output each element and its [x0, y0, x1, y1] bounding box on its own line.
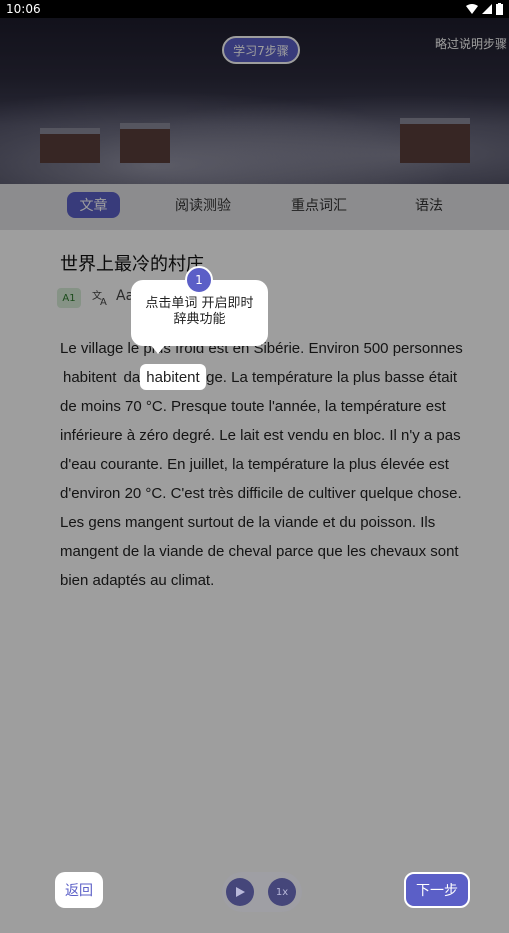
- svg-text:A: A: [100, 297, 107, 306]
- article-header-image: 学习7步骤 略过说明步骤: [0, 18, 509, 184]
- tab-bar: 文章 阅读测验 重点词汇 语法: [0, 184, 509, 230]
- highlighted-word[interactable]: habitent: [60, 368, 120, 387]
- playback-speed-button[interactable]: 1x: [268, 878, 296, 906]
- tooltip-arrow: [150, 344, 166, 354]
- learning-steps-badge[interactable]: 学习7步骤: [222, 36, 300, 64]
- tooltip-text-line1: 点击单词 开启即时: [145, 296, 254, 311]
- signal-icon: [482, 4, 492, 14]
- spotlight-word[interactable]: habitent: [140, 364, 206, 390]
- play-icon[interactable]: [226, 878, 254, 906]
- tab-article[interactable]: 文章: [67, 192, 120, 218]
- article-title: 世界上最冷的村庄: [60, 254, 204, 275]
- house-shape: [400, 118, 470, 163]
- tab-grammar[interactable]: 语法: [408, 192, 450, 218]
- tooltip-text-line2: 辞典功能: [173, 312, 226, 327]
- house-shape: [40, 128, 100, 163]
- tab-key-vocabulary[interactable]: 重点词汇: [286, 192, 352, 218]
- article-body: Le village le plus froid est en Sibérie.…: [60, 334, 470, 595]
- level-badge: A1: [57, 288, 81, 308]
- house-shape: [120, 123, 170, 163]
- article-text: dans ce village. La température la plus …: [60, 369, 462, 589]
- status-bar: 10:06: [0, 0, 509, 18]
- translate-icon[interactable]: 文A: [92, 288, 110, 308]
- wifi-icon: [466, 4, 478, 14]
- back-button[interactable]: 返回: [55, 872, 103, 908]
- status-icons: [466, 3, 503, 15]
- step-number-badge: 1: [185, 266, 213, 294]
- tab-reading-quiz[interactable]: 阅读测验: [170, 192, 236, 218]
- next-step-button[interactable]: 下一步: [404, 872, 470, 908]
- skip-instructions-link[interactable]: 略过说明步骤: [435, 36, 507, 52]
- battery-icon: [496, 3, 503, 15]
- status-time: 10:06: [6, 2, 41, 16]
